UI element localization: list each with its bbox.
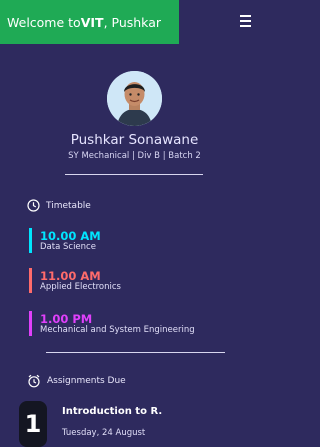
- assignment-number-badge: 1: [19, 401, 47, 447]
- menu-icon-line: [240, 20, 251, 22]
- timetable-title-label: Timetable: [46, 200, 91, 211]
- alarm-clock-icon: [28, 374, 40, 388]
- profile-subtitle: SY Mechanical | Div B | Batch 2: [68, 151, 201, 161]
- assignment-title[interactable]: Introduction to R.: [62, 406, 162, 417]
- welcome-banner: Welcome to VIT, Pushkar: [0, 0, 179, 44]
- timetable-item-accent: [29, 228, 32, 253]
- menu-icon-line: [240, 25, 251, 27]
- assignments-title: Assignments Due: [27, 374, 126, 388]
- timetable-item-time: 11.00 AM: [40, 269, 101, 283]
- divider: [46, 352, 225, 353]
- timetable-item-accent: [29, 268, 32, 293]
- timetable-item-subject: Applied Electronics: [40, 282, 121, 292]
- welcome-prefix: Welcome to: [7, 14, 81, 30]
- avatar: [107, 71, 162, 126]
- divider: [65, 174, 203, 175]
- timetable-item-time: 1.00 PM: [40, 312, 93, 326]
- welcome-suffix: , Pushkar: [103, 14, 162, 30]
- timetable-item-subject: Data Science: [40, 242, 96, 252]
- timetable-item-accent: [29, 311, 32, 336]
- timetable-item-subject: Mechanical and System Engineering: [40, 325, 195, 335]
- menu-icon-line: [240, 15, 251, 17]
- menu-button[interactable]: [240, 15, 254, 29]
- clock-icon: [27, 199, 40, 212]
- timetable-item-time: 10.00 AM: [40, 229, 101, 243]
- assignment-date: Tuesday, 24 August: [62, 428, 146, 438]
- timetable-title: Timetable: [27, 199, 91, 212]
- assignments-title-label: Assignments Due: [47, 376, 126, 386]
- profile-name: Pushkar Sonawane: [70, 132, 199, 148]
- welcome-brand: VIT: [80, 14, 104, 30]
